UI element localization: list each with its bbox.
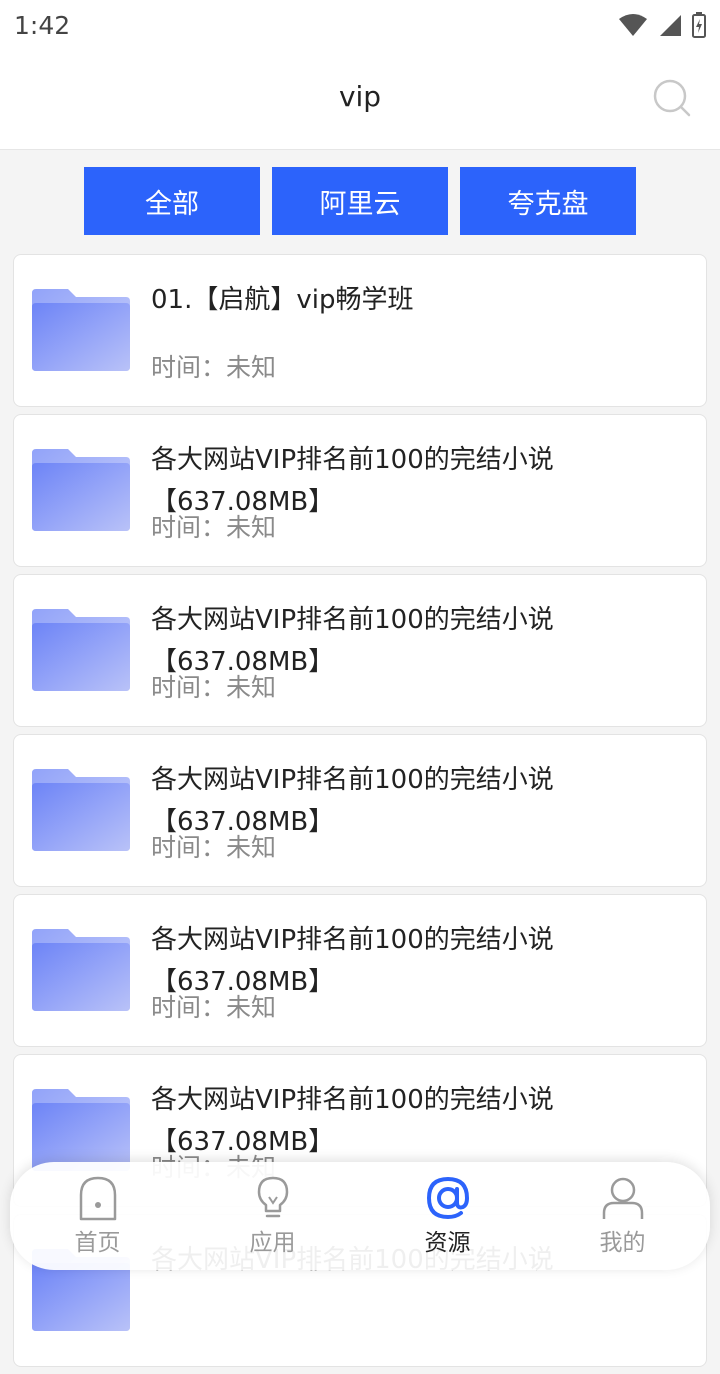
item-time-value: 未知 — [226, 993, 277, 1022]
folder-icon — [32, 929, 130, 1011]
item-time-label: 时间： — [151, 513, 227, 542]
lightbulb-icon — [257, 1176, 288, 1218]
list-item[interactable]: 各大网站VIP排名前100的完结小说【637.08MB】时间：未知 — [13, 894, 707, 1047]
tab-aliyun[interactable]: 阿里云 — [272, 167, 448, 235]
item-time-label: 时间： — [151, 833, 227, 862]
signal-icon — [660, 15, 681, 36]
nav-apps-label: 应用 — [249, 1230, 296, 1256]
item-time-label: 时间： — [151, 353, 227, 382]
header: vip — [0, 50, 720, 150]
nav-resources-label: 资源 — [424, 1230, 471, 1256]
item-time: 时间：未知 — [151, 828, 276, 864]
item-time: 时间：未知 — [151, 348, 276, 384]
folder-icon — [32, 769, 130, 851]
search-icon[interactable] — [652, 78, 692, 118]
folder-icon — [32, 289, 130, 371]
folder-icon — [32, 609, 130, 691]
wifi-icon — [619, 14, 647, 36]
item-time-label: 时间： — [151, 993, 227, 1022]
item-name: 01.【启航】vip畅学班 — [151, 285, 414, 315]
at-icon — [426, 1176, 469, 1220]
bottom-nav: 首页 应用 资源 我的 — [10, 1162, 710, 1270]
status-time: 1:42 — [14, 10, 71, 40]
page-title: vip — [338, 80, 382, 113]
home-icon — [79, 1176, 116, 1221]
nav-profile[interactable]: 我的 — [553, 1175, 693, 1257]
nav-home[interactable]: 首页 — [28, 1175, 168, 1257]
folder-icon — [32, 449, 130, 531]
user-icon — [602, 1177, 643, 1219]
list-item[interactable]: 01.【启航】vip畅学班 时间：未知 — [13, 254, 707, 407]
nav-profile-label: 我的 — [599, 1230, 646, 1256]
item-time-label: 时间： — [151, 673, 227, 702]
list-item[interactable]: 各大网站VIP排名前100的完结小说【637.08MB】时间：未知 — [13, 734, 707, 887]
nav-resources[interactable]: 资源 — [378, 1175, 518, 1257]
status-icons — [618, 12, 706, 38]
battery-icon — [692, 12, 706, 38]
item-time: 时间：未知 — [151, 668, 276, 704]
item-time-value: 未知 — [226, 673, 277, 702]
nav-apps[interactable]: 应用 — [203, 1175, 343, 1257]
item-time-value: 未知 — [226, 833, 277, 862]
item-time: 时间：未知 — [151, 988, 276, 1024]
nav-home-label: 首页 — [74, 1230, 121, 1256]
status-bar: 1:42 — [0, 0, 720, 50]
filter-tabs: 全部 阿里云 夸克盘 — [84, 167, 636, 235]
item-time: 时间：未知 — [151, 508, 276, 544]
folder-icon — [32, 1089, 130, 1171]
item-time-value: 未知 — [226, 513, 277, 542]
list-item[interactable]: 各大网站VIP排名前100的完结小说【637.08MB】时间：未知 — [13, 414, 707, 567]
tab-quark[interactable]: 夸克盘 — [460, 167, 636, 235]
tab-all[interactable]: 全部 — [84, 167, 260, 235]
list-item[interactable]: 各大网站VIP排名前100的完结小说【637.08MB】时间：未知 — [13, 574, 707, 727]
item-time-value: 未知 — [226, 353, 277, 382]
